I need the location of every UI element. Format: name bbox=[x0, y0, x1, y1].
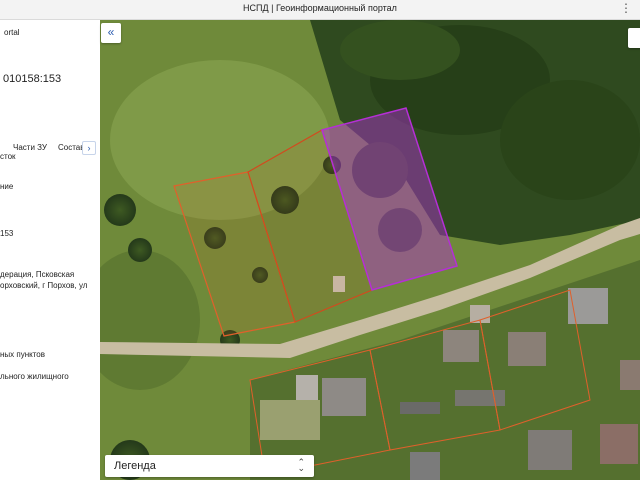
info-line: орховский, г Порхов, ул bbox=[0, 281, 88, 290]
object-info-panel: ortal 010158:153 Части ЗУ Состав › сток … bbox=[0, 20, 100, 480]
info-line: 153 bbox=[0, 229, 14, 238]
info-line: льного жилищного bbox=[0, 372, 69, 381]
window-title: НСПД | Геоинформационный портал bbox=[243, 3, 397, 13]
window-titlebar: НСПД | Геоинформационный портал ⋮ bbox=[0, 0, 640, 20]
satellite-imagery bbox=[100, 20, 640, 480]
info-line: ных пунктов bbox=[0, 350, 46, 359]
tab-parts[interactable]: Части ЗУ bbox=[13, 143, 47, 152]
tab-composition[interactable]: Состав bbox=[58, 143, 85, 152]
info-line: сток bbox=[0, 152, 16, 161]
legend-label: Легенда bbox=[114, 460, 156, 472]
map-tool-button[interactable] bbox=[628, 28, 640, 48]
more-vert-icon[interactable]: ⋮ bbox=[620, 1, 632, 15]
chevron-right-icon[interactable]: › bbox=[82, 141, 96, 155]
chevron-up-down-icon: ⌃ ⌄ bbox=[297, 457, 305, 473]
map-view[interactable] bbox=[100, 20, 640, 480]
info-line: дерация, Псковская bbox=[0, 270, 75, 279]
cadastral-number: 010158:153 bbox=[3, 73, 62, 85]
panel-heading: ortal bbox=[4, 28, 20, 37]
info-line: ние bbox=[0, 182, 14, 191]
legend-dropdown[interactable]: Легенда ⌃ ⌄ bbox=[105, 455, 314, 477]
double-chevron-left-icon[interactable]: « bbox=[101, 23, 121, 43]
